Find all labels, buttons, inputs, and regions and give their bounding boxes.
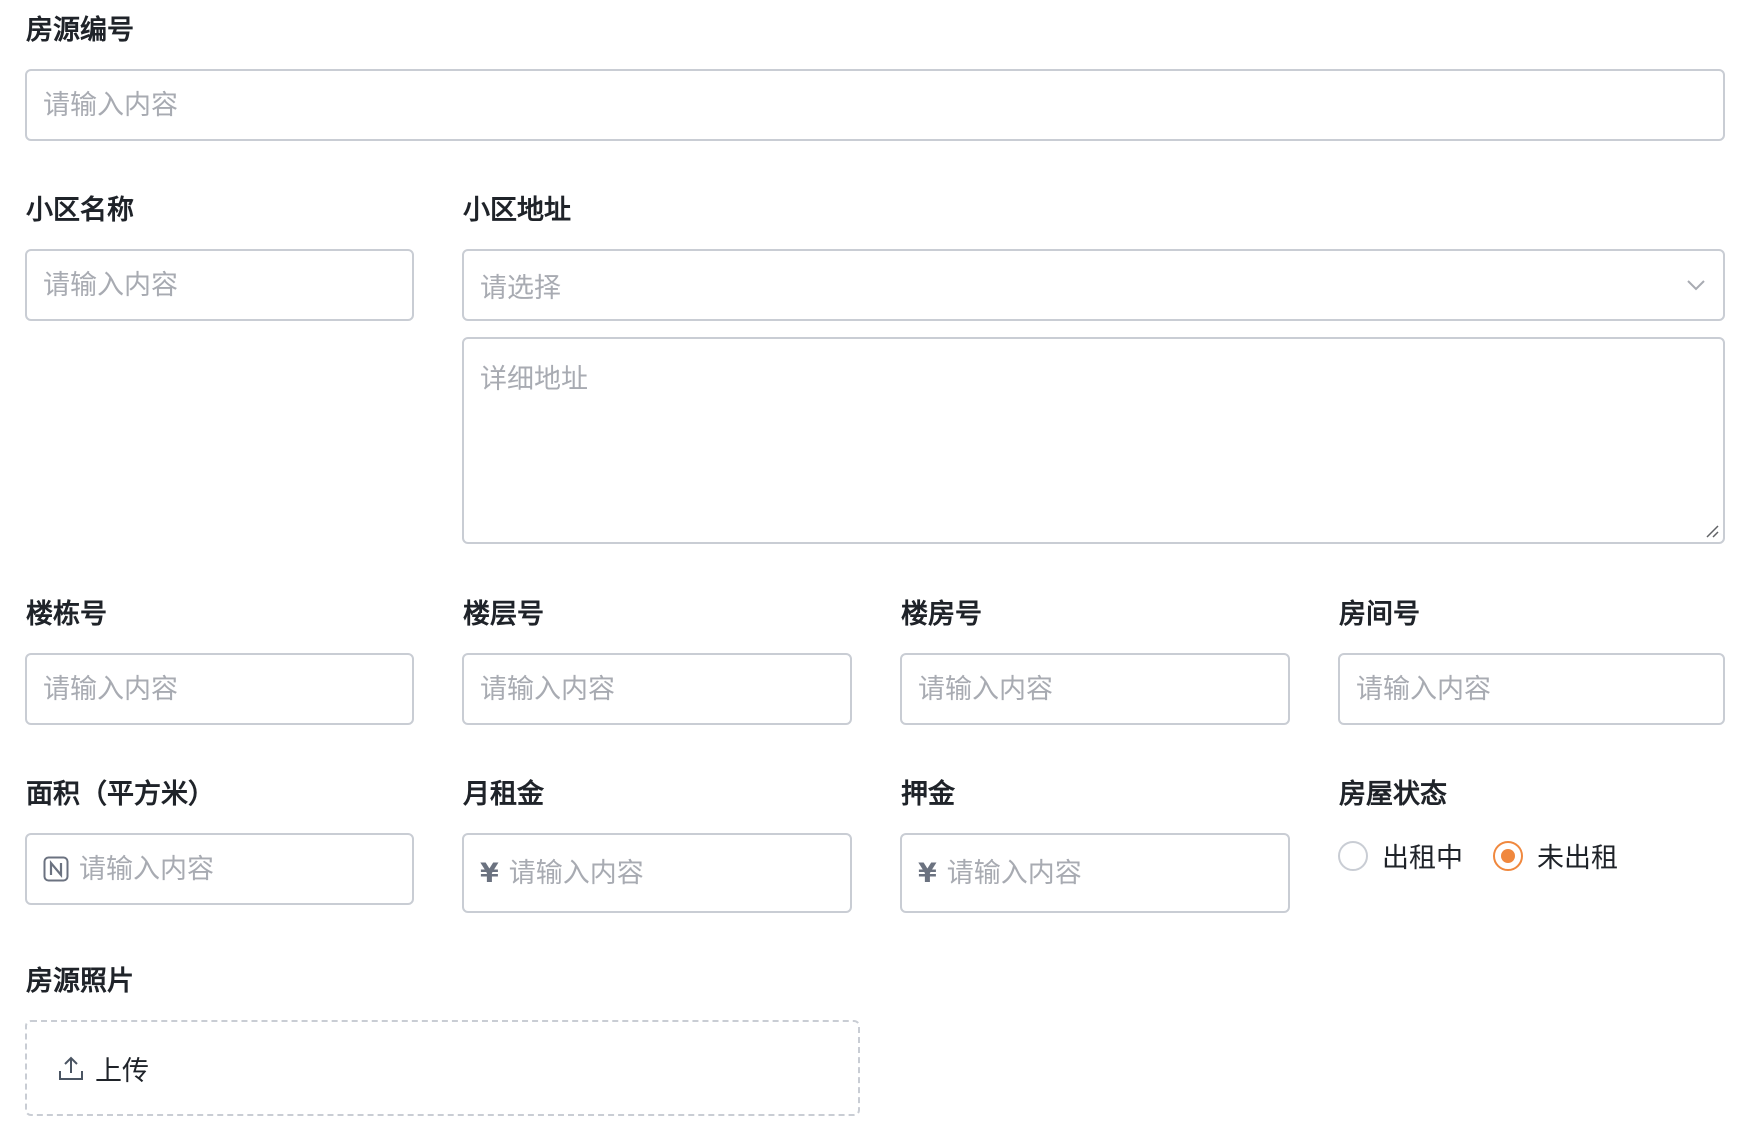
upload-label: 上传 [95,1055,149,1087]
area-input[interactable] [69,835,412,903]
deposit-input[interactable] [936,835,1288,911]
number-icon [43,856,69,882]
room-no-input[interactable] [1340,655,1723,723]
monthly-rent-input[interactable] [498,835,850,911]
building-no-label: 楼栋号 [26,599,107,630]
building-no-field [25,653,414,725]
status-label: 房屋状态 [1339,779,1447,810]
community-name-field [25,249,414,321]
photos-label: 房源照片 [26,966,134,997]
status-option-label: 出租中 [1382,843,1463,874]
upload-icon [59,1056,83,1080]
listing-id-field [25,69,1725,141]
area-label: 面积（平方米） [26,779,215,810]
upload-button[interactable]: 上传 [25,1020,860,1116]
monthly-rent-label: 月租金 [463,779,544,810]
community-name-input[interactable] [27,251,412,319]
status-option-renting[interactable]: 出租中 [1338,836,1463,875]
status-radio-group: 出租中 未出租 [1338,836,1648,875]
floor-no-input[interactable] [464,655,850,723]
address-detail-field [462,337,1725,544]
chevron-down-icon [1687,280,1705,291]
listing-id-input[interactable] [27,71,1723,139]
address-detail-textarea[interactable] [464,339,1723,542]
yuan-icon: ¥ [480,857,499,889]
resize-handle-icon[interactable] [1703,522,1719,538]
monthly-rent-field: ¥ [462,833,852,913]
radio-checked-icon [1493,840,1523,871]
deposit-field: ¥ [900,833,1290,913]
status-option-vacant[interactable]: 未出租 [1493,836,1618,875]
listing-id-label: 房源编号 [26,15,134,46]
community-name-label: 小区名称 [26,195,134,226]
floor-no-field [462,653,852,725]
yuan-icon: ¥ [918,857,937,889]
address-select-placeholder: 请选择 [480,272,561,304]
unit-no-input[interactable] [902,655,1288,723]
floor-no-label: 楼层号 [463,599,544,630]
room-no-label: 房间号 [1339,599,1420,630]
deposit-label: 押金 [901,779,955,810]
unit-no-label: 楼房号 [901,599,982,630]
address-select[interactable]: 请选择 [462,249,1725,321]
status-option-label: 未出租 [1537,843,1618,874]
radio-circle-icon [1338,840,1368,871]
unit-no-field [900,653,1290,725]
community-address-label: 小区地址 [463,195,571,226]
area-field [25,833,414,905]
building-no-input[interactable] [27,655,412,723]
room-no-field [1338,653,1725,725]
